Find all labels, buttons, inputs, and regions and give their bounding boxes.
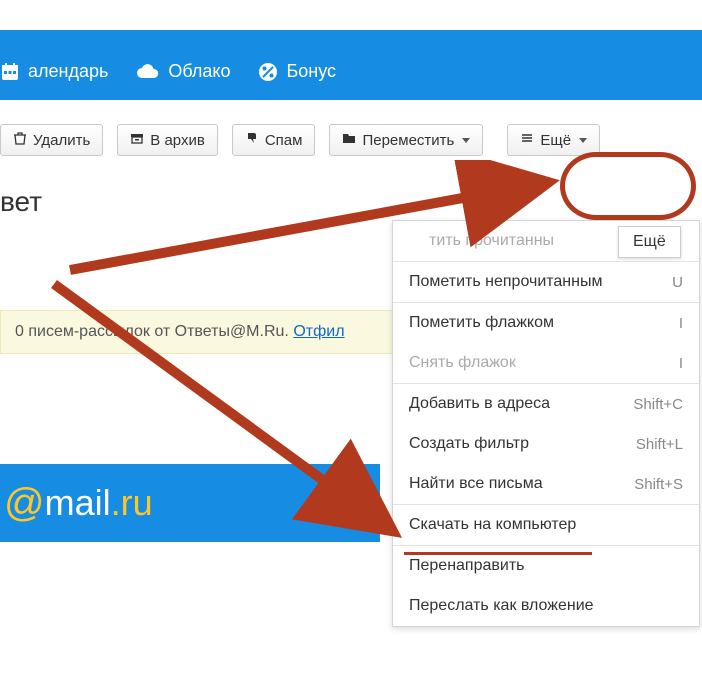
menu-unflag: Снять флажок I — [393, 343, 699, 383]
spam-button[interactable]: Спам — [232, 124, 316, 156]
thumbs-down-icon — [245, 131, 259, 149]
logo-dot: . — [111, 482, 121, 524]
menu-create-filter-label: Создать фильтр — [409, 435, 529, 453]
nav-calendar-label: алендарь — [28, 61, 108, 82]
delete-label: Удалить — [33, 132, 90, 149]
mailru-logo[interactable]: @mail.ru — [0, 464, 380, 542]
nav-cloud[interactable]: Облако — [136, 61, 230, 82]
menu-mark-read-label: тить прочитанны — [429, 232, 554, 249]
more-tooltip: Ещё — [618, 226, 681, 258]
folder-icon — [342, 131, 356, 149]
banner-text-a: 0 писем-рассылок от Ответы@М — [15, 323, 260, 340]
email-subject: вет — [0, 186, 698, 218]
annotation-underline — [404, 552, 592, 555]
chevron-down-icon — [579, 138, 587, 143]
nav-calendar[interactable]: алендарь — [0, 61, 108, 82]
nav-bonus[interactable]: Бонус — [258, 61, 336, 82]
menu-mark-unread-label: Пометить непрочитанным — [409, 273, 602, 291]
toolbar: Удалить В архив Спам Переместить Ещё — [0, 100, 702, 180]
menu-create-filter-shortcut: Shift+L — [636, 436, 683, 453]
chevron-down-icon — [462, 138, 470, 143]
menu-find-all[interactable]: Найти все письма Shift+S — [393, 464, 699, 504]
banner-filter-link[interactable]: Отфил — [293, 323, 344, 340]
list-icon — [520, 131, 534, 149]
cloud-icon — [136, 62, 160, 82]
menu-forward-attachment-label: Переслать как вложение — [409, 597, 594, 615]
calendar-icon — [0, 62, 20, 82]
archive-button[interactable]: В архив — [117, 124, 218, 156]
nav-bonus-label: Бонус — [286, 61, 336, 82]
archive-icon — [130, 131, 144, 149]
menu-unflag-label: Снять флажок — [409, 354, 516, 372]
delete-button[interactable]: Удалить — [0, 124, 103, 156]
more-dropdown: Потить прочитанны Пометить непрочитанным… — [392, 220, 700, 627]
menu-download-label: Скачать на компьютер — [409, 516, 576, 534]
logo-mail: mail — [45, 482, 111, 524]
menu-mark-unread-shortcut: U — [672, 274, 683, 291]
move-button[interactable]: Переместить — [329, 124, 483, 156]
menu-download[interactable]: Скачать на компьютер — [393, 505, 699, 545]
percent-icon — [258, 62, 278, 82]
menu-add-address-label: Добавить в адреса — [409, 395, 550, 413]
spam-label: Спам — [265, 132, 303, 149]
archive-label: В архив — [150, 132, 205, 149]
more-label: Ещё — [540, 132, 571, 149]
menu-find-all-label: Найти все письма — [409, 475, 543, 493]
menu-flag[interactable]: Пометить флажком I — [393, 303, 699, 343]
menu-add-address[interactable]: Добавить в адреса Shift+C — [393, 384, 699, 424]
menu-find-all-shortcut: Shift+S — [634, 476, 683, 493]
menu-flag-shortcut: I — [679, 315, 683, 332]
menu-redirect-label: Перенаправить — [409, 557, 525, 575]
menu-create-filter[interactable]: Создать фильтр Shift+L — [393, 424, 699, 464]
banner-text-b: .Ru. — [260, 323, 294, 340]
trash-icon — [13, 131, 27, 149]
menu-flag-label: Пометить флажком — [409, 314, 554, 332]
logo-ru: ru — [121, 482, 153, 524]
move-label: Переместить — [362, 132, 454, 149]
more-button[interactable]: Ещё — [507, 124, 600, 156]
menu-unflag-shortcut: I — [679, 355, 683, 372]
top-navbar: алендарь Облако Бонус — [0, 30, 702, 100]
menu-add-address-shortcut: Shift+C — [633, 396, 683, 413]
menu-mark-unread[interactable]: Пометить непрочитанным U — [393, 262, 699, 302]
logo-at: @ — [4, 481, 45, 526]
nav-cloud-label: Облако — [168, 61, 230, 82]
menu-forward-attachment[interactable]: Переслать как вложение — [393, 586, 699, 626]
